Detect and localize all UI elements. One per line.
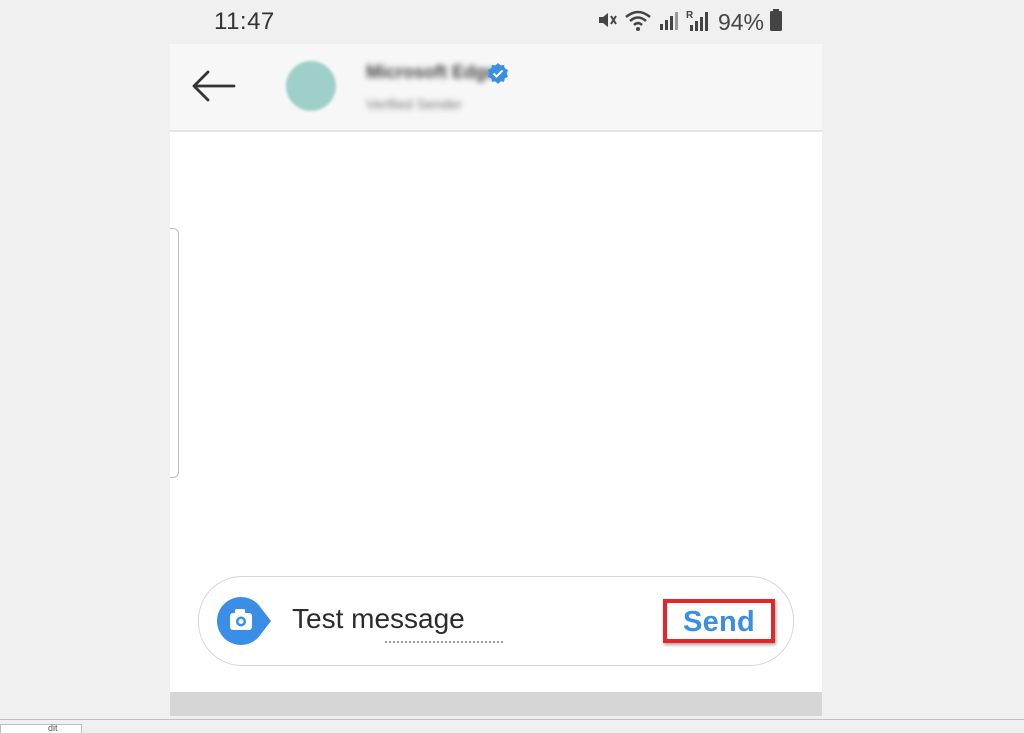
screenshot-stage: 11:47 R 94% Microsoft Edge Verified Send… <box>0 0 1024 733</box>
bottom-tab-label: dit <box>48 724 58 733</box>
contact-name[interactable]: Microsoft Edge <box>366 62 496 83</box>
message-composer: Test message Send <box>198 576 794 666</box>
bottom-window-strip <box>0 719 1024 733</box>
contact-subtitle: Verified Sender <box>366 96 462 112</box>
svg-text:R: R <box>686 10 694 21</box>
contact-avatar[interactable] <box>286 61 336 111</box>
back-button[interactable] <box>188 66 238 106</box>
status-bar: 11:47 R 94% <box>170 0 822 44</box>
arrow-left-icon <box>192 70 236 102</box>
battery-icon <box>770 8 782 36</box>
chat-header: Microsoft Edge Verified Sender <box>170 44 822 132</box>
status-time: 11:47 <box>214 8 275 35</box>
mute-icon <box>596 9 618 36</box>
navigation-strip <box>170 692 822 716</box>
camera-button[interactable] <box>217 596 273 646</box>
messaging-screen: Microsoft Edge Verified Sender Test mess… <box>170 44 822 716</box>
signal-icon <box>658 9 680 36</box>
verified-badge-icon <box>486 62 510 86</box>
message-input[interactable]: Test message <box>292 603 465 635</box>
bottom-tab[interactable] <box>0 724 82 733</box>
side-panel-handle[interactable] <box>170 228 179 478</box>
spellcheck-underline <box>385 641 503 643</box>
camera-icon <box>217 597 271 645</box>
wifi-icon <box>624 8 652 37</box>
battery-percent: 94% <box>717 8 764 35</box>
roaming-signal-icon: R <box>686 8 710 37</box>
send-button[interactable]: Send <box>671 599 767 643</box>
status-icons: R 94% <box>596 8 782 36</box>
